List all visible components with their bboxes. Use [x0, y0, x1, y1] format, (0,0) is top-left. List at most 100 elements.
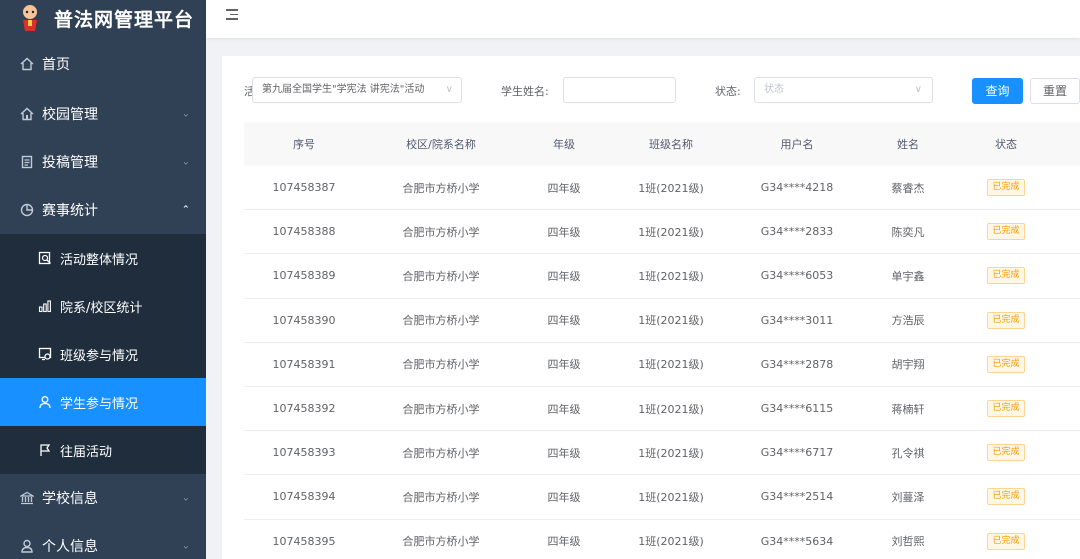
status-badge: 已完成 — [987, 179, 1025, 197]
table-cell: 1班(2021级) — [638, 358, 704, 372]
sidebar-item-personal[interactable]: 个人信息 ⌄ — [0, 522, 206, 559]
header-cell: 年级 — [553, 138, 575, 151]
table-cell: 单宇鑫 — [891, 269, 925, 283]
sidebar-item-label: 校园管理 — [42, 107, 98, 123]
brand: 普法网管理平台 — [0, 0, 206, 36]
status-badge: 已完成 — [987, 488, 1025, 506]
sidebar-item-label: 赛事统计 — [42, 203, 98, 219]
chevron-down-icon: ⌄ — [181, 108, 190, 120]
status-select[interactable]: 状态 ∨ — [754, 77, 933, 103]
header-cell: 校区/院系名称 — [406, 138, 476, 151]
table-cell: 107458394 — [272, 490, 336, 504]
table-cell: 107458388 — [272, 225, 336, 239]
sidebar-item-overall[interactable]: 活动整体情况 — [0, 234, 206, 282]
table-cell: 107458393 — [272, 446, 336, 460]
status-badge: 已完成 — [987, 267, 1025, 285]
hamburger-menu-icon[interactable] — [226, 9, 238, 21]
sidebar-item-label: 班级参与情况 — [60, 348, 139, 364]
mascot-logo-icon — [18, 4, 42, 32]
table-cell: 1班(2021级) — [638, 181, 704, 195]
table-cell: G34****2833 — [760, 225, 834, 239]
header-cell: 班级名称 — [649, 138, 693, 151]
status-cell: 已完成 — [954, 444, 1058, 462]
status-badge: 已完成 — [987, 444, 1025, 462]
table-row: 107458392 合肥市方桥小学 四年级 1班(2021级) G34****6115 蒋… — [244, 387, 1080, 432]
document-icon — [20, 155, 34, 169]
status-label: 状态: — [715, 85, 741, 98]
table-row: 107458388 合肥市方桥小学 四年级 1班(2021级) G34****2833 陈… — [244, 210, 1080, 255]
sidebar-item-label: 个人信息 — [42, 539, 98, 555]
chevron-up-icon: ⌃ — [181, 204, 190, 216]
sidebar-item-label: 往届活动 — [60, 444, 113, 460]
table-cell: 107458390 — [272, 313, 336, 327]
chevron-down-icon: ⌄ — [181, 540, 190, 552]
sidebar-item-department[interactable]: 院系/校区统计 — [0, 282, 206, 330]
table-cell: 107458391 — [272, 357, 336, 371]
student-table: 序号 校区/院系名称 年级 班级名称 用户名 姓名 状态 107458387 合肥… — [244, 122, 1080, 559]
table-cell: G34****3011 — [760, 313, 834, 327]
table-cell: 四年级 — [547, 446, 581, 460]
header-cell: 状态 — [995, 138, 1017, 151]
table-cell: 四年级 — [547, 358, 581, 372]
reset-button[interactable]: 重置 — [1030, 78, 1080, 104]
table-cell: G34****2514 — [760, 490, 834, 504]
table-row: 107458395 合肥市方桥小学 四年级 1班(2021级) G34****5634 刘… — [244, 520, 1080, 559]
sidebar-item-label: 活动整体情况 — [60, 252, 139, 268]
table-cell: 1班(2021级) — [638, 490, 704, 504]
status-cell: 已完成 — [954, 267, 1058, 285]
table-cell: 1班(2021级) — [638, 225, 704, 239]
query-button[interactable]: 查询 — [972, 78, 1023, 104]
table-cell: 四年级 — [547, 314, 581, 328]
table-cell: 1班(2021级) — [638, 402, 704, 416]
sidebar-item-label: 学生参与情况 — [60, 396, 139, 412]
table-cell: 蒋楠轩 — [891, 402, 925, 416]
table-body: 107458387 合肥市方桥小学 四年级 1班(2021级) G34****4218 蔡… — [244, 166, 1080, 559]
sidebar-item-student[interactable]: 学生参与情况 — [0, 378, 206, 426]
table-cell: 合肥市方桥小学 — [402, 269, 480, 283]
sidebar-item-submission[interactable]: 投稿管理 ⌄ — [0, 138, 206, 186]
student-name-input[interactable] — [563, 77, 676, 103]
table-cell: 合肥市方桥小学 — [402, 358, 480, 372]
table-row: 107458391 合肥市方桥小学 四年级 1班(2021级) G34****2878 胡… — [244, 343, 1080, 387]
table-cell: 胡宇翔 — [891, 358, 925, 372]
app-title: 普法网管理平台 — [54, 8, 195, 31]
top-navbar — [206, 0, 1080, 38]
table-cell: 合肥市方桥小学 — [402, 490, 480, 504]
table-cell: 四年级 — [547, 402, 581, 416]
sidebar-item-class[interactable]: 班级参与情况 — [0, 330, 206, 378]
home-icon — [20, 57, 34, 71]
sidebar-item-home[interactable]: 首页 — [0, 38, 206, 90]
table-cell: 合肥市方桥小学 — [402, 225, 480, 239]
status-cell: 已完成 — [954, 179, 1058, 197]
table-cell: 合肥市方桥小学 — [402, 535, 480, 549]
sidebar-item-stats[interactable]: 赛事统计 ⌃ — [0, 186, 206, 234]
bar-chart-icon — [38, 299, 52, 313]
table-cell: 刘哲熙 — [891, 535, 925, 549]
header-cell: 姓名 — [897, 138, 919, 151]
table-cell: 合肥市方桥小学 — [402, 181, 480, 195]
table-header: 序号 校区/院系名称 年级 班级名称 用户名 姓名 状态 — [244, 122, 1080, 166]
sidebar-item-school[interactable]: 学校信息 ⌄ — [0, 474, 206, 522]
table-cell: 1班(2021级) — [638, 446, 704, 460]
status-cell: 已完成 — [954, 488, 1058, 506]
chevron-down-icon: ⌄ — [181, 156, 190, 168]
bank-icon — [20, 491, 34, 505]
table-cell: 陈奕凡 — [891, 225, 925, 239]
table-cell: 合肥市方桥小学 — [402, 314, 480, 328]
status-cell: 已完成 — [954, 532, 1058, 550]
status-select-placeholder: 状态 — [764, 84, 784, 95]
sidebar-item-campus[interactable]: 校园管理 ⌄ — [0, 90, 206, 138]
table-cell: 1班(2021级) — [638, 314, 704, 328]
table-cell: G34****6115 — [760, 402, 834, 416]
table-cell: 刘蔓泽 — [891, 490, 925, 504]
activity-select[interactable]: 第九届全国学生"学宪法 讲宪法"活动 ∨ — [252, 77, 462, 103]
chevron-down-icon: ⌄ — [181, 492, 190, 504]
sidebar-item-label: 首页 — [42, 57, 70, 73]
table-cell: G34****5634 — [760, 534, 834, 548]
sidebar: 普法网管理平台 首页 校园管理 ⌄ 投稿管理 ⌄ 赛事统计 ⌃ 活动整体情况 院… — [0, 0, 206, 559]
table-cell: 四年级 — [547, 535, 581, 549]
status-badge: 已完成 — [987, 532, 1025, 550]
table-row: 107458394 合肥市方桥小学 四年级 1班(2021级) G34****2514 刘… — [244, 475, 1080, 520]
sidebar-item-past[interactable]: 往届活动 — [0, 426, 206, 474]
table-row: 107458393 合肥市方桥小学 四年级 1班(2021级) G34****6717 孔… — [244, 431, 1080, 476]
